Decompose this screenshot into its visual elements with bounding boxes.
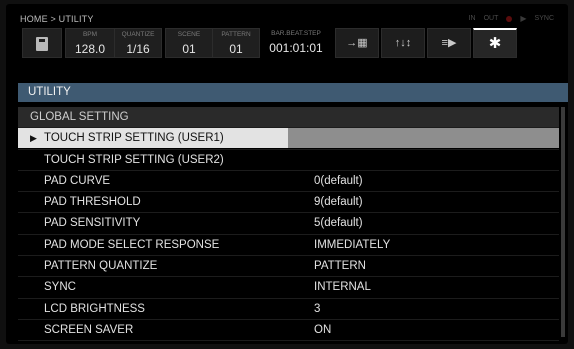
midi-in-indicator: IN <box>468 15 476 22</box>
setting-name-text: TOUCH STRIP SETTING (USER1) <box>44 132 224 145</box>
utility-mode-button[interactable]: ✱ <box>473 28 517 58</box>
setting-value[interactable]: 3 <box>288 299 559 319</box>
bpm-label: BPM <box>82 31 98 38</box>
setting-name: PAD CURVE <box>18 171 288 191</box>
setting-name: LCD BRIGHTNESS <box>18 299 288 319</box>
setting-value[interactable] <box>288 150 559 170</box>
save-icon <box>36 37 48 51</box>
setting-value[interactable]: ON <box>288 320 559 340</box>
play-icon: ▶ <box>520 14 527 23</box>
group-header: GLOBAL SETTING <box>18 107 559 129</box>
setting-row[interactable]: LCD BRIGHTNESS 3 <box>18 299 559 320</box>
quantize-field[interactable]: QUANTIZE 1/16 <box>115 29 161 57</box>
setting-row[interactable]: PAD SENSITIVITY 5(default) <box>18 213 559 235</box>
setting-value[interactable]: PATTERN <box>288 256 559 276</box>
setting-row[interactable]: PATTERN QUANTIZE PATTERN <box>18 256 559 278</box>
bpm-field[interactable]: BPM 128.0 <box>66 29 115 57</box>
selection-cursor-icon: ▶ <box>30 133 37 144</box>
setting-name-text: SCREEN SAVER <box>44 323 134 336</box>
setting-row[interactable]: PAD MODE SELECT RESPONSE IMMEDIATELY <box>18 235 559 257</box>
setting-name: PATTERN QUANTIZE <box>18 256 288 276</box>
setting-value[interactable]: 0(default) <box>288 171 559 191</box>
setting-name: SYNC <box>18 277 288 297</box>
quantize-value: 1/16 <box>126 42 150 56</box>
setting-name: PAD MODE SELECT RESPONSE <box>18 235 288 255</box>
setting-row[interactable]: TOUCH STRIP SETTING (USER2) <box>18 150 559 171</box>
setting-name-text: LCD BRIGHTNESS <box>44 302 145 315</box>
position-display: BAR.BEAT.STEP 001:01:01 <box>263 28 329 58</box>
setting-name: PAD SENSITIVITY <box>18 213 288 233</box>
setting-name: TOUCH STRIP SETTING (USER2) <box>18 150 288 170</box>
quantize-label: QUANTIZE <box>121 31 155 38</box>
setting-value[interactable] <box>288 128 559 149</box>
settings-list: GLOBAL SETTING ▶ TOUCH STRIP SETTING (USE… <box>18 107 559 342</box>
record-icon <box>506 15 513 22</box>
sync-indicator: SYNC <box>534 15 554 22</box>
setting-name-text: PAD THRESHOLD <box>44 196 141 209</box>
pattern-value: 01 <box>229 42 243 56</box>
setting-row[interactable]: PAD CURVE 0(default) <box>18 171 559 193</box>
scene-pattern-group: SCENE 01 PATTERN 01 <box>165 28 260 58</box>
setting-name-text: PAD MODE SELECT RESPONSE <box>44 238 220 251</box>
instrument-icon: ≡▶ <box>441 37 457 49</box>
setting-value[interactable]: 9(default) <box>288 192 559 212</box>
pattern-field[interactable]: PATTERN 01 <box>213 29 259 57</box>
sequence-mode-button[interactable]: →▦ <box>335 28 379 58</box>
sequence-icon: →▦ <box>346 37 368 49</box>
breadcrumb: HOME > UTILITY <box>20 14 94 24</box>
setting-row[interactable]: SCREEN SAVER ON <box>18 320 559 342</box>
position-label: BAR.BEAT.STEP <box>271 30 321 37</box>
setting-row[interactable]: PAD THRESHOLD 9(default) <box>18 192 559 214</box>
tempo-display-group: BPM 128.0 QUANTIZE 1/16 <box>65 28 162 58</box>
panel-title: UTILITY <box>18 83 568 102</box>
midi-out-indicator: OUT <box>483 15 499 22</box>
scene-value: 01 <box>182 42 196 56</box>
setting-value[interactable]: 5(default) <box>288 213 559 233</box>
scene-label: SCENE <box>177 31 201 38</box>
setting-name: ▶ TOUCH STRIP SETTING (USER1) <box>18 128 288 149</box>
bpm-value: 128.0 <box>74 42 106 56</box>
save-button[interactable] <box>22 28 62 58</box>
setting-name: SCREEN SAVER <box>18 320 288 340</box>
toolbar: BPM 128.0 QUANTIZE 1/16 SCENE 01 PATTERN… <box>22 28 519 58</box>
position-value: 001:01:01 <box>269 41 323 55</box>
setting-name-text: TOUCH STRIP SETTING (USER2) <box>44 153 224 166</box>
scrollbar[interactable] <box>561 107 565 337</box>
mixer-icon: ↑↓↕ <box>394 37 412 49</box>
setting-name-text: PAD CURVE <box>44 174 111 187</box>
instrument-mode-button[interactable]: ≡▶ <box>427 28 471 58</box>
gear-icon: ✱ <box>488 35 502 52</box>
pattern-label: PATTERN <box>221 31 251 38</box>
setting-name-text: SYNC <box>44 281 76 294</box>
setting-row[interactable]: SYNC INTERNAL <box>18 277 559 299</box>
group-header-label: GLOBAL SETTING <box>30 111 129 123</box>
scrollbar-thumb[interactable] <box>561 107 565 337</box>
mixer-mode-button[interactable]: ↑↓↕ <box>381 28 425 58</box>
scene-field[interactable]: SCENE 01 <box>166 29 213 57</box>
setting-value[interactable]: INTERNAL <box>288 277 559 297</box>
setting-value[interactable]: IMMEDIATELY <box>288 235 559 255</box>
setting-name: PAD THRESHOLD <box>18 192 288 212</box>
setting-row[interactable]: ▶ TOUCH STRIP SETTING (USER1) <box>18 128 559 150</box>
setting-name-text: PAD SENSITIVITY <box>44 217 141 230</box>
setting-name-text: PATTERN QUANTIZE <box>44 260 158 273</box>
status-indicators: IN OUT ▶ SYNC <box>469 14 554 23</box>
